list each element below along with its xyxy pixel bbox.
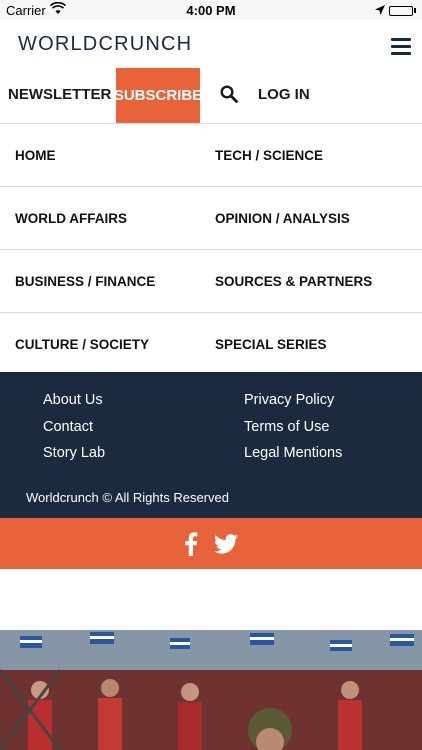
menu-item-world-affairs[interactable]: WORLD AFFAIRS (15, 187, 127, 249)
copyright-text: Worldcrunch © All Rights Reserved (26, 490, 229, 505)
site-footer: About Us Contact Story Lab Privacy Polic… (0, 372, 422, 518)
menu-item-sources-partners[interactable]: SOURCES & PARTNERS (215, 250, 372, 312)
subscribe-button[interactable]: SUBSCRIBE (114, 68, 202, 123)
battery-cap (414, 8, 416, 13)
login-link[interactable]: LOG IN (258, 86, 310, 103)
menu-item-tech-science[interactable]: TECH / SCIENCE (215, 124, 323, 186)
menu-item-business-finance[interactable]: BUSINESS / FINANCE (15, 250, 155, 312)
clock: 4:00 PM (186, 3, 236, 18)
action-bar: NEWSLETTER SUBSCRIBE LOG IN (0, 68, 422, 124)
menu-row: HOME TECH / SCIENCE (0, 124, 422, 187)
menu-row: CULTURE / SOCIETY SPECIAL SERIES (0, 313, 422, 375)
footer-link-legal-mentions[interactable]: Legal Mentions (244, 445, 342, 472)
footer-links-left: About Us Contact Story Lab (43, 392, 105, 472)
logo[interactable]: WORLDCRUNCH (18, 33, 192, 56)
category-menu: HOME TECH / SCIENCE WORLD AFFAIRS OPINIO… (0, 124, 422, 375)
footer-link-about-us[interactable]: About Us (43, 392, 105, 419)
footer-link-terms-of-use[interactable]: Terms of Use (244, 419, 342, 446)
menu-row: BUSINESS / FINANCE SOURCES & PARTNERS (0, 250, 422, 313)
menu-item-special-series[interactable]: SPECIAL SERIES (215, 313, 327, 375)
newsletter-link[interactable]: NEWSLETTER (8, 86, 111, 103)
facebook-icon[interactable] (184, 531, 198, 556)
footer-link-story-lab[interactable]: Story Lab (43, 445, 105, 472)
footer-links-right: Privacy Policy Terms of Use Legal Mentio… (244, 392, 342, 472)
battery-icon (389, 5, 413, 16)
social-bar (0, 518, 422, 569)
search-icon[interactable] (220, 85, 238, 103)
location-arrow-icon (375, 3, 385, 18)
menu-item-home[interactable]: HOME (15, 124, 56, 186)
footer-link-contact[interactable]: Contact (43, 419, 105, 446)
twitter-icon[interactable] (214, 533, 238, 554)
hero-photo[interactable] (0, 630, 422, 750)
menu-item-culture-society[interactable]: CULTURE / SOCIETY (15, 313, 149, 375)
hamburger-menu-icon[interactable] (391, 38, 411, 55)
status-bar: Carrier 4:00 PM (0, 0, 422, 20)
menu-row: WORLD AFFAIRS OPINION / ANALYSIS (0, 187, 422, 250)
site-header: WORLDCRUNCH (0, 20, 422, 68)
menu-item-opinion-analysis[interactable]: OPINION / ANALYSIS (215, 187, 350, 249)
crowd-photo (0, 630, 422, 750)
footer-link-privacy-policy[interactable]: Privacy Policy (244, 392, 342, 419)
